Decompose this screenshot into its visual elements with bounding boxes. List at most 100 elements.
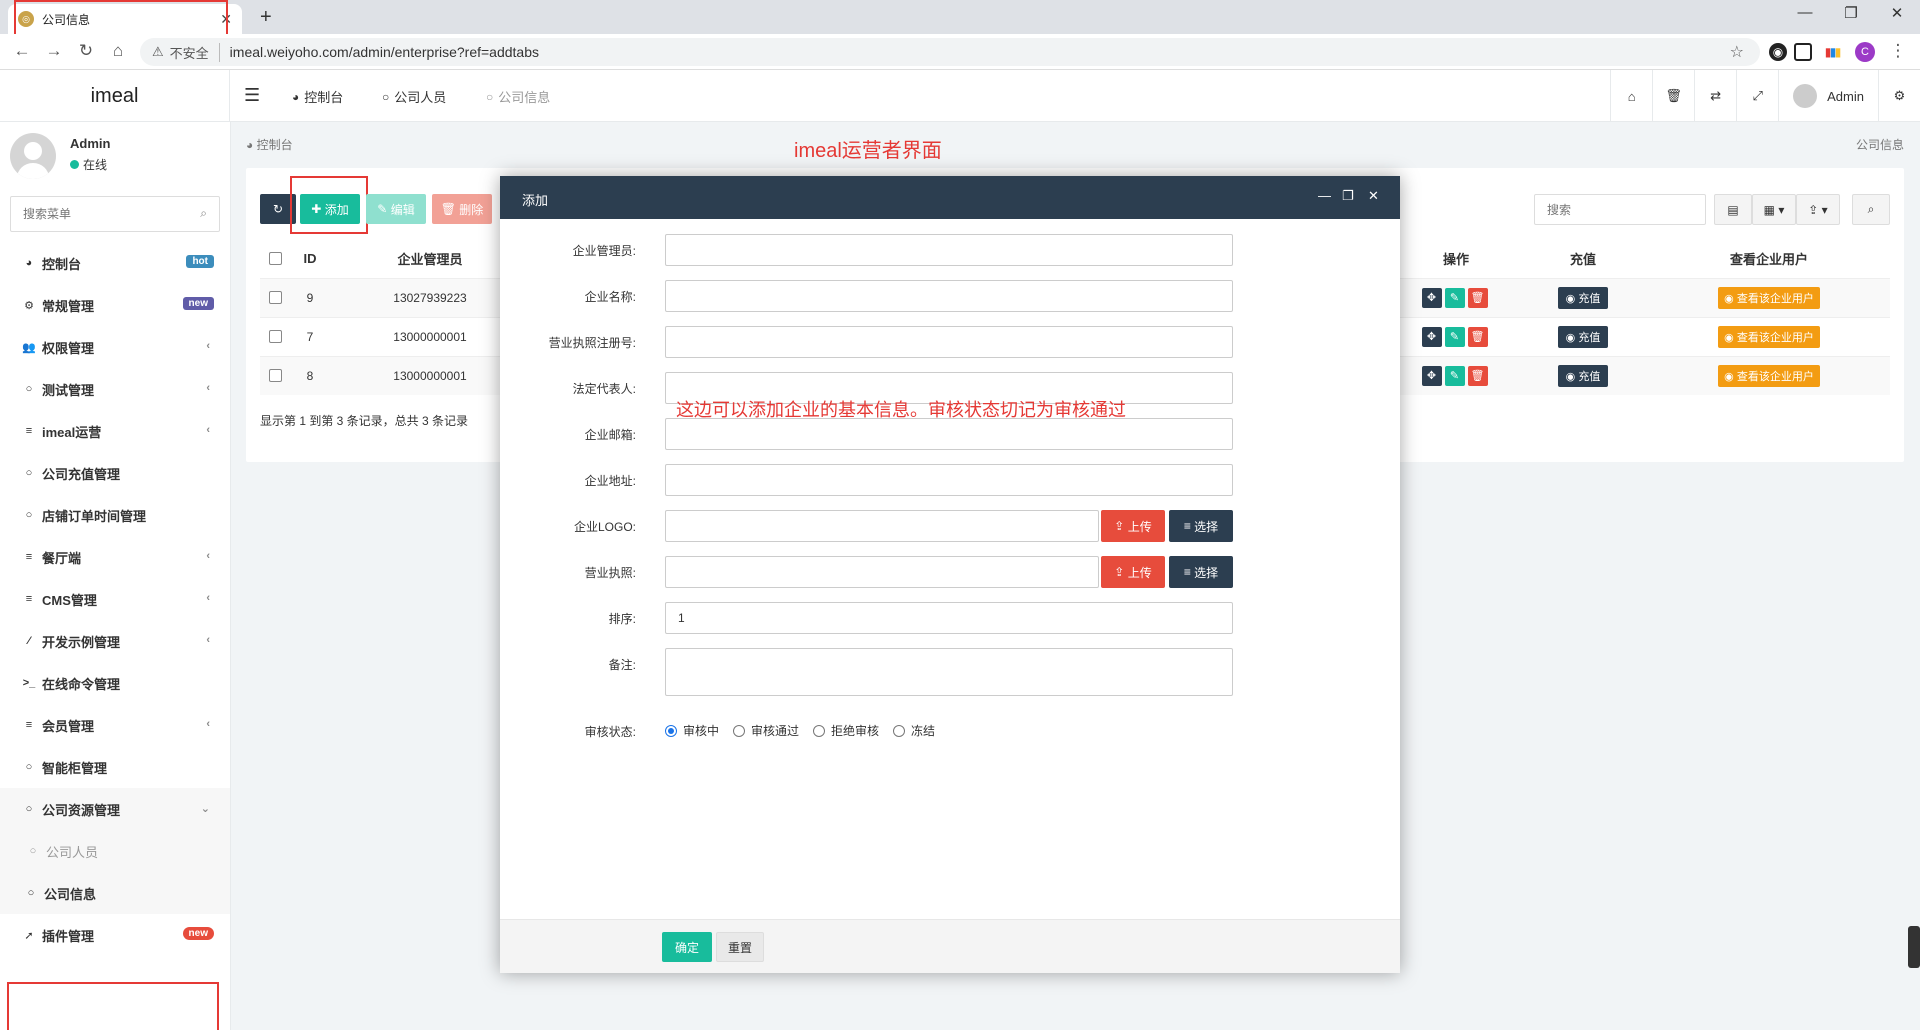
bookmark-star-icon[interactable]: ☆ [1730, 42, 1744, 62]
recharge-button[interactable]: ◉ 充值 [1557, 286, 1609, 309]
search-icon[interactable]: ⌕ [200, 206, 207, 221]
sidebar-item-members[interactable]: ≡ 会员管理 ‹ [0, 704, 230, 746]
address-field[interactable] [665, 464, 1233, 496]
sidebar-item-cms[interactable]: ≡ CMS管理 ‹ [0, 578, 230, 620]
logo-choose-button[interactable]: ≡ 选择 [1169, 510, 1233, 542]
email-field[interactable] [665, 418, 1233, 450]
sidebar-item-dashboard[interactable]: ◕ 控制台 hot [0, 242, 230, 284]
recharge-button[interactable]: ◉ 充值 [1557, 364, 1609, 387]
form-row-address: 企业地址: [500, 464, 1400, 496]
status-radio-approved[interactable] [733, 724, 746, 737]
minimize-icon[interactable]: — [1318, 188, 1331, 203]
home-icon[interactable]: ⌂ [106, 41, 130, 61]
sidebar-item-smart-cabinet[interactable]: ○ 智能柜管理 [0, 746, 230, 788]
tab-dashboard[interactable]: ◕ 控制台 [292, 87, 343, 106]
sidebar-item-company-resources[interactable]: ○ 公司资源管理 ⌄ [0, 788, 230, 830]
close-icon[interactable]: ✕ [1368, 188, 1379, 204]
header-user[interactable]: Admin [1778, 70, 1878, 122]
header-user-name: Admin [1827, 88, 1864, 104]
sidebar-item-company-info[interactable]: ○ 公司信息 [0, 872, 230, 914]
th-id[interactable]: ID [290, 238, 330, 278]
edit-row-icon[interactable]: ✎ [1444, 365, 1465, 386]
browser-menu-icon[interactable]: ⋮ [1886, 41, 1910, 61]
reload-icon[interactable]: ↻ [74, 41, 98, 61]
sidebar-item-auth[interactable]: 👥 权限管理 ‹ [0, 326, 230, 368]
forward-icon[interactable]: → [42, 41, 66, 61]
minimize-icon[interactable]: — [1790, 4, 1820, 21]
table-search-input[interactable] [1535, 195, 1705, 224]
tab-company-staff[interactable]: ○ 公司人员 [382, 87, 446, 106]
logo[interactable]: imeal [0, 70, 230, 122]
sidebar-item-company-recharge[interactable]: ○ 公司充值管理 [0, 452, 230, 494]
edit-button[interactable]: ✎ 编辑 [366, 194, 426, 224]
sidebar-item-restaurant[interactable]: ≡ 餐厅端 ‹ [0, 536, 230, 578]
row-checkbox[interactable] [260, 278, 290, 317]
license-upload-button[interactable]: ⇪ 上传 [1101, 556, 1165, 588]
floating-handle[interactable] [1908, 926, 1920, 968]
row-checkbox[interactable] [260, 317, 290, 356]
maximize-icon[interactable]: ❐ [1342, 188, 1354, 204]
logo-field[interactable] [665, 510, 1099, 542]
tab-company-info[interactable]: ○ 公司信息 [486, 87, 550, 106]
delete-button[interactable]: 🗑 删除 [432, 194, 492, 224]
confirm-button[interactable]: 确定 [662, 932, 712, 962]
close-window-icon[interactable]: ✕ [1882, 4, 1912, 22]
sidebar-item-order-time[interactable]: ○ 店铺订单时间管理 [0, 494, 230, 536]
drag-icon[interactable]: ✥ [1421, 287, 1442, 308]
select-all-checkbox[interactable] [260, 238, 290, 278]
puzzle-icon[interactable] [1830, 43, 1848, 61]
row-checkbox[interactable] [260, 356, 290, 395]
logo-upload-button[interactable]: ⇪ 上传 [1101, 510, 1165, 542]
settings-gear-icon[interactable]: ⚙ [1878, 70, 1920, 122]
license-field[interactable] [665, 556, 1099, 588]
company-name-field[interactable] [665, 280, 1233, 312]
restore-icon[interactable]: ❐ [1836, 4, 1866, 22]
new-tab-button[interactable]: + [260, 6, 272, 29]
extension-icon[interactable]: ◉ [1769, 43, 1787, 61]
drag-icon[interactable]: ✥ [1421, 365, 1442, 386]
view-users-button[interactable]: ◉ 查看该企业用户 [1718, 364, 1820, 387]
status-radio-frozen[interactable] [893, 724, 906, 737]
sidebar-item-plugins[interactable]: ➚ 插件管理 new [0, 914, 230, 956]
sort-field[interactable]: 1 [665, 602, 1233, 634]
sidebar-item-command[interactable]: >_ 在线命令管理 [0, 662, 230, 704]
remark-textarea[interactable] [665, 648, 1233, 696]
menu-toggle-icon[interactable]: ☰ [244, 85, 260, 106]
columns-button[interactable]: ▦ ▾ [1752, 194, 1796, 225]
sidebar-search-input[interactable] [11, 197, 181, 231]
sidebar-item-general[interactable]: ⚙ 常规管理 new [0, 284, 230, 326]
trash-icon[interactable]: 🗑 [1652, 70, 1694, 122]
search-icon: ⌕ [1867, 202, 1875, 216]
edit-row-icon[interactable]: ✎ [1444, 287, 1465, 308]
edit-row-icon[interactable]: ✎ [1444, 326, 1465, 347]
language-icon[interactable]: ⇄ [1694, 70, 1736, 122]
extension-icon[interactable] [1794, 43, 1812, 61]
status-radio-rejected[interactable] [813, 724, 826, 737]
license-choose-button[interactable]: ≡ 选择 [1169, 556, 1233, 588]
sidebar-item-company-staff[interactable]: ○ 公司人员 [0, 830, 230, 872]
advanced-search-button[interactable]: ⌕ [1852, 194, 1890, 225]
url-text[interactable]: imeal.weiyoho.com/admin/enterprise?ref=a… [230, 44, 539, 60]
fullscreen-icon[interactable]: ⤢ [1736, 70, 1778, 122]
sidebar-item-dev-examples[interactable]: ⁄ 开发示例管理 ‹ [0, 620, 230, 662]
toggle-view-button[interactable]: ▤ [1714, 194, 1752, 225]
profile-avatar[interactable]: C [1855, 42, 1875, 62]
back-icon[interactable]: ← [10, 41, 34, 61]
omnibox[interactable]: ⚠ 不安全 imeal.weiyoho.com/admin/enterprise… [140, 38, 1760, 66]
status-radio-reviewing[interactable] [665, 724, 677, 737]
delete-row-icon[interactable]: 🗑 [1467, 365, 1488, 386]
reset-button[interactable]: 重置 [716, 932, 764, 962]
view-users-button[interactable]: ◉ 查看该企业用户 [1718, 286, 1820, 309]
delete-row-icon[interactable]: 🗑 [1467, 326, 1488, 347]
home-icon[interactable]: ⌂ [1610, 70, 1652, 122]
label-admin: 企业管理员: [572, 244, 636, 258]
recharge-button[interactable]: ◉ 充值 [1557, 325, 1609, 348]
license-no-field[interactable] [665, 326, 1233, 358]
export-button[interactable]: ⇪ ▾ [1796, 194, 1840, 225]
delete-row-icon[interactable]: 🗑 [1467, 287, 1488, 308]
sidebar-item-test[interactable]: ○ 测试管理 ‹ [0, 368, 230, 410]
view-users-button[interactable]: ◉ 查看该企业用户 [1718, 325, 1820, 348]
sidebar-item-imeal-ops[interactable]: ≡ imeal运营 ‹ [0, 410, 230, 452]
admin-field[interactable] [665, 234, 1233, 266]
drag-icon[interactable]: ✥ [1421, 326, 1442, 347]
